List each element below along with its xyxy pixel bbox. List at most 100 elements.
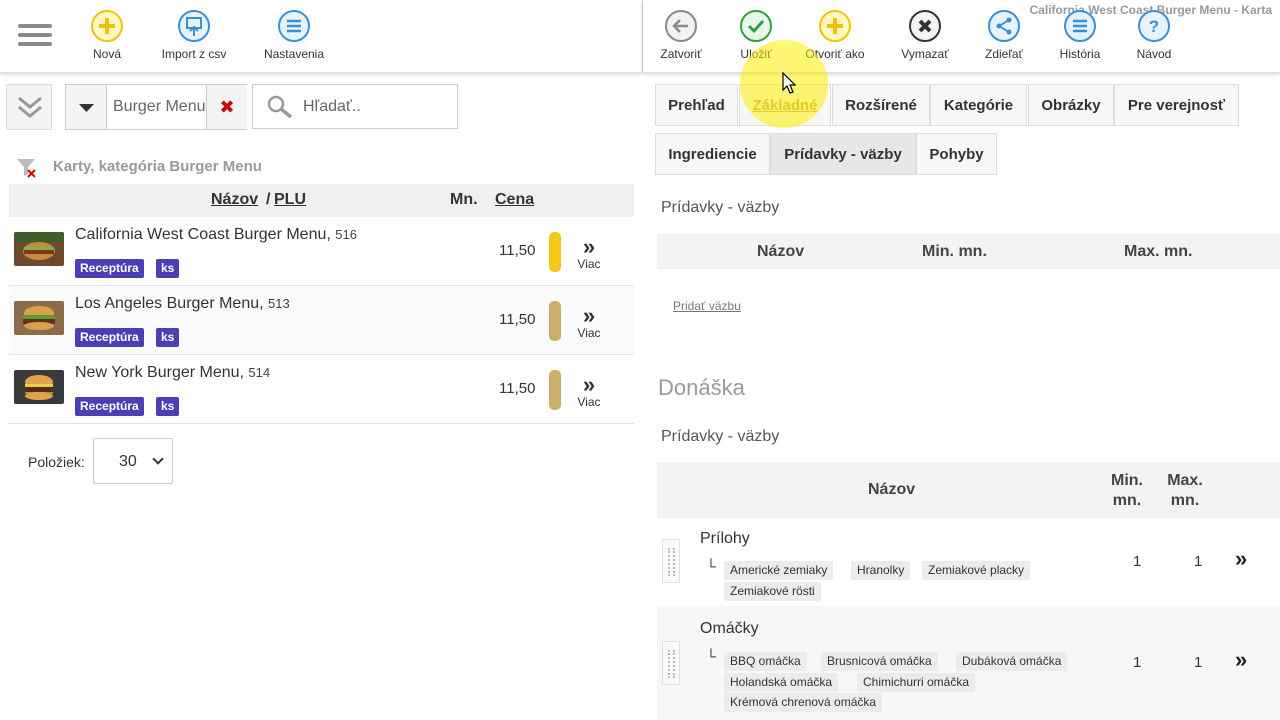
- check-icon: [740, 10, 772, 42]
- tab-categories[interactable]: Kategórie: [930, 84, 1027, 126]
- list-header: Názov / PLU Mn. Cena: [9, 184, 634, 217]
- double-chevron-right-icon: »: [582, 303, 596, 328]
- page-size-value: 30: [119, 453, 137, 470]
- share-button[interactable]: Zdieľať: [964, 9, 1044, 61]
- history-label: História: [1059, 47, 1101, 61]
- product-thumbnail: [14, 301, 64, 335]
- tab-public[interactable]: Pre verejnosť: [1114, 84, 1239, 126]
- product-plu: 516: [335, 227, 357, 242]
- close-label: Zatvoriť: [660, 47, 702, 61]
- add-binding-link[interactable]: Pridať väzbu: [673, 299, 741, 313]
- list-item[interactable]: California West Coast Burger Menu, 516 R…: [9, 217, 634, 286]
- double-chevron-right-icon: »: [582, 234, 596, 259]
- delivery-heading: Donáška: [658, 375, 745, 400]
- status-bar: [549, 370, 561, 410]
- addon-item-chip: Brusnicová omáčka: [821, 652, 938, 671]
- tab-addons[interactable]: Prídavky - väzby: [770, 133, 916, 175]
- open-as-button[interactable]: Otvoriť ako: [795, 9, 875, 61]
- tab-ingredients[interactable]: Ingrediencie: [655, 133, 770, 175]
- page-size-select[interactable]: 30: [93, 438, 173, 484]
- addon-group-min: 1: [1133, 654, 1142, 671]
- menu-lines-icon: [1064, 10, 1096, 42]
- product-name: Los Angeles Burger Menu, 513: [75, 295, 290, 312]
- delete-button[interactable]: Vymazať: [885, 9, 965, 61]
- addon-item-chip: Krémová chrenová omáčka: [724, 693, 883, 712]
- delivery-table-header: Názov Min. mn. Max. mn.: [657, 462, 1280, 518]
- import-csv-button[interactable]: Import z csv: [154, 9, 234, 61]
- question-icon: ?: [1138, 10, 1170, 42]
- svg-text:?: ?: [1149, 17, 1159, 36]
- hamburger-menu-icon[interactable]: [18, 24, 52, 50]
- addon-item-chip: Zemiakové rösti: [724, 582, 821, 601]
- double-chevron-right-icon[interactable]: »: [1235, 647, 1247, 673]
- addon-item-chip: Hranolky: [851, 561, 911, 580]
- category-filter: Burger Menu ✖: [65, 84, 247, 130]
- import-icon: [178, 10, 210, 42]
- addons-table-header: Názov Min. mn. Max. mn.: [657, 234, 1280, 269]
- search-input[interactable]: [303, 95, 448, 119]
- history-button[interactable]: História: [1040, 9, 1120, 61]
- new-button[interactable]: Nová: [67, 9, 147, 61]
- unit-badge: ks: [156, 328, 180, 347]
- plus-circle-icon: [91, 10, 123, 42]
- recipe-badge: Receptúra: [75, 259, 144, 278]
- close-button[interactable]: Zatvoriť: [641, 9, 721, 61]
- mouse-pointer-icon: [782, 72, 796, 94]
- tab-overview[interactable]: Prehľad: [655, 84, 738, 126]
- quantity-header: Mn.: [450, 191, 478, 208]
- delivery-addons-label: Prídavky - väzby: [661, 428, 780, 445]
- tab-images[interactable]: Obrázky: [1028, 84, 1114, 126]
- menu-lines-icon: [278, 10, 310, 42]
- list-heading: Karty, kategória Burger Menu: [14, 155, 262, 183]
- open-as-label: Otvoriť ako: [805, 47, 865, 61]
- list-heading-text: Karty, kategória Burger Menu: [53, 158, 262, 175]
- addons-col-max: Max. mn.: [1124, 243, 1193, 260]
- double-chevron-down-icon: [18, 96, 42, 118]
- help-label: Návod: [1136, 47, 1172, 61]
- import-csv-label: Import z csv: [161, 47, 227, 61]
- clear-filter-icon[interactable]: ✖: [206, 85, 247, 129]
- sort-by-name[interactable]: Názov: [211, 191, 258, 209]
- addons-col-min: Min. mn.: [922, 243, 987, 260]
- addon-group-row: Prílohy └ Americké zemiaky Hranolky Zemi…: [657, 518, 1280, 606]
- help-button[interactable]: ? Návod: [1114, 9, 1194, 61]
- product-plu: 513: [268, 296, 290, 311]
- sort-by-price[interactable]: Cena: [495, 191, 534, 209]
- share-label: Zdieľať: [984, 47, 1023, 61]
- save-button[interactable]: Uložiť: [716, 9, 796, 61]
- settings-button[interactable]: Nastavenia: [254, 9, 334, 61]
- list-item[interactable]: Los Angeles Burger Menu, 513 Receptúra k…: [9, 286, 634, 355]
- save-label: Uložiť: [740, 47, 772, 61]
- recipe-badge: Receptúra: [75, 328, 144, 347]
- addon-group-name: Prílohy: [700, 530, 750, 547]
- tab-advanced[interactable]: Rozšírené: [832, 84, 930, 126]
- expand-filters-button[interactable]: [6, 84, 52, 130]
- category-dropdown-toggle[interactable]: [66, 85, 107, 129]
- left-toolbar: Nová Import z csv Nastavenia: [0, 0, 641, 73]
- addon-group-max: 1: [1194, 654, 1203, 671]
- caret-down-icon: [79, 104, 94, 112]
- double-chevron-right-icon: »: [582, 372, 596, 397]
- more-button[interactable]: » Viac: [575, 234, 603, 272]
- double-chevron-right-icon[interactable]: »: [1235, 546, 1247, 572]
- tree-elbow-icon: └: [706, 648, 716, 664]
- tab-movements[interactable]: Pohyby: [916, 133, 997, 175]
- share-icon: [988, 10, 1020, 42]
- delivery-col-name: Názov: [868, 481, 916, 498]
- addon-item-chip: Holandská omáčka: [724, 673, 839, 692]
- search-box: [252, 84, 458, 129]
- category-filter-value[interactable]: Burger Menu: [113, 98, 207, 116]
- search-icon: [267, 95, 293, 119]
- drag-handle-icon[interactable]: [662, 641, 680, 685]
- status-bar: [549, 232, 561, 272]
- product-name: California West Coast Burger Menu, 516: [75, 226, 357, 243]
- sort-by-plu[interactable]: PLU: [274, 191, 306, 209]
- more-button[interactable]: » Viac: [575, 372, 603, 410]
- more-button[interactable]: » Viac: [575, 303, 603, 341]
- settings-label: Nastavenia: [263, 47, 325, 61]
- drag-handle-icon[interactable]: [662, 539, 680, 583]
- chevron-down-icon: [152, 453, 164, 465]
- addon-item-chip: Chimichurri omáčka: [857, 673, 976, 692]
- delivery-col-max: Max. mn.: [1167, 472, 1203, 509]
- list-item[interactable]: New York Burger Menu, 514 Receptúra ks 1…: [9, 355, 634, 424]
